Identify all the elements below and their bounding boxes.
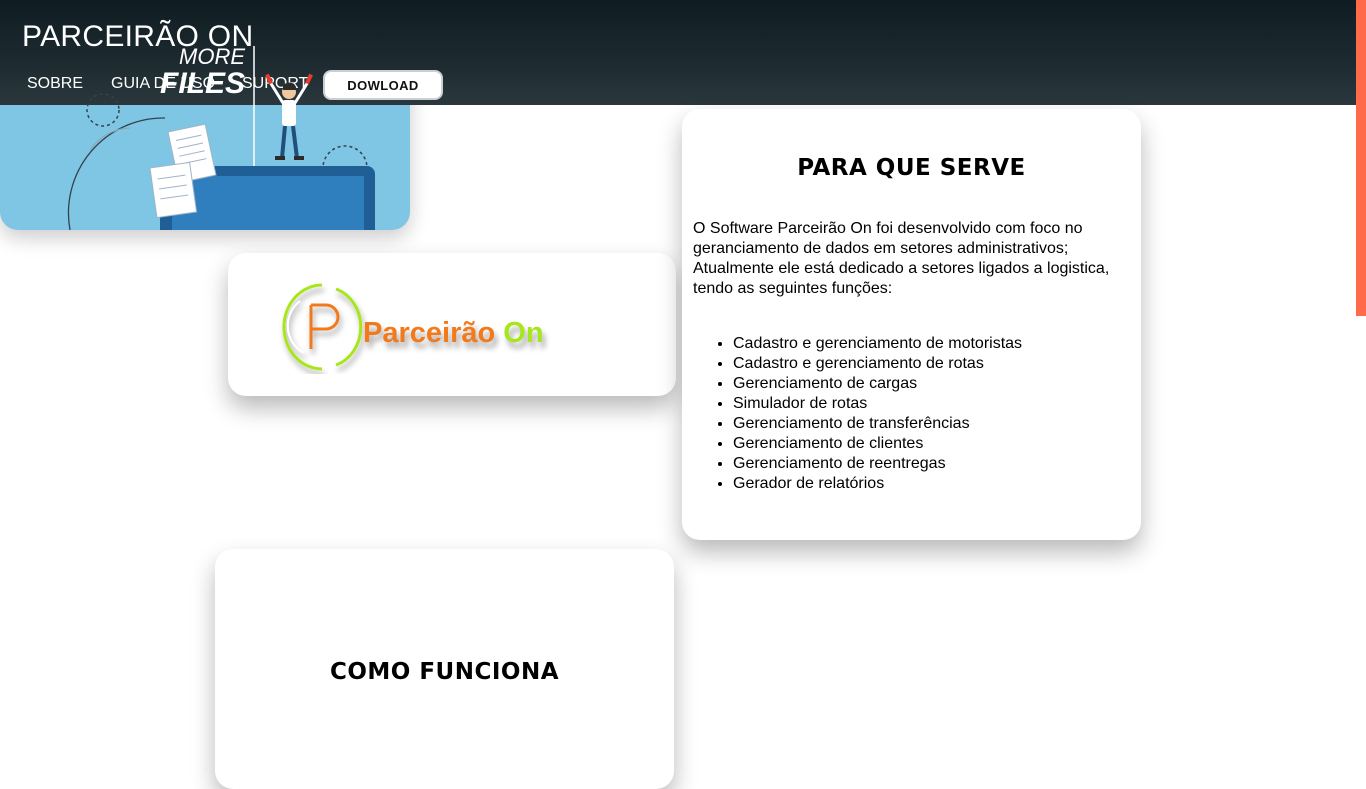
feature-item: Simulador de rotas xyxy=(733,394,1022,414)
logo-word-on: On xyxy=(503,317,544,349)
feature-item: Gerador de relatórios xyxy=(733,474,1022,494)
logo-wordmark: Parceirão On xyxy=(363,317,544,350)
files-person-illustration-icon xyxy=(67,46,375,230)
feature-item: Cadastro e gerenciamento de motoristas xyxy=(733,334,1022,354)
como-funciona-card: COMO FUNCIONA xyxy=(215,549,674,789)
scrollbar-thumb[interactable] xyxy=(1356,0,1366,316)
logo-card: Parceirão On xyxy=(228,253,676,396)
para-que-serve-card: PARA QUE SERVE O Software Parceirão On f… xyxy=(682,109,1141,540)
para-que-serve-intro: O Software Parceirão On foi desenvolvido… xyxy=(693,220,1110,297)
page-scrollbar[interactable] xyxy=(1356,0,1366,768)
feature-item: Gerenciamento de clientes xyxy=(733,434,1022,454)
feature-item: Cadastro e gerenciamento de rotas xyxy=(733,354,1022,374)
para-que-serve-title: PARA QUE SERVE xyxy=(797,155,1026,181)
feature-item: Gerenciamento de transferências xyxy=(733,414,1022,434)
como-funciona-title: COMO FUNCIONA xyxy=(329,659,560,685)
logo-word-parceirao: Parceirão xyxy=(363,317,496,349)
feature-item: Gerenciamento de cargas xyxy=(733,374,1022,394)
more-files-illustration: MORE FILES xyxy=(0,0,410,230)
feature-item: Gerenciamento de reentregas xyxy=(733,454,1022,474)
parceirao-logo-icon xyxy=(282,283,363,371)
features-list: Cadastro e gerenciamento de motoristas C… xyxy=(733,334,1022,494)
